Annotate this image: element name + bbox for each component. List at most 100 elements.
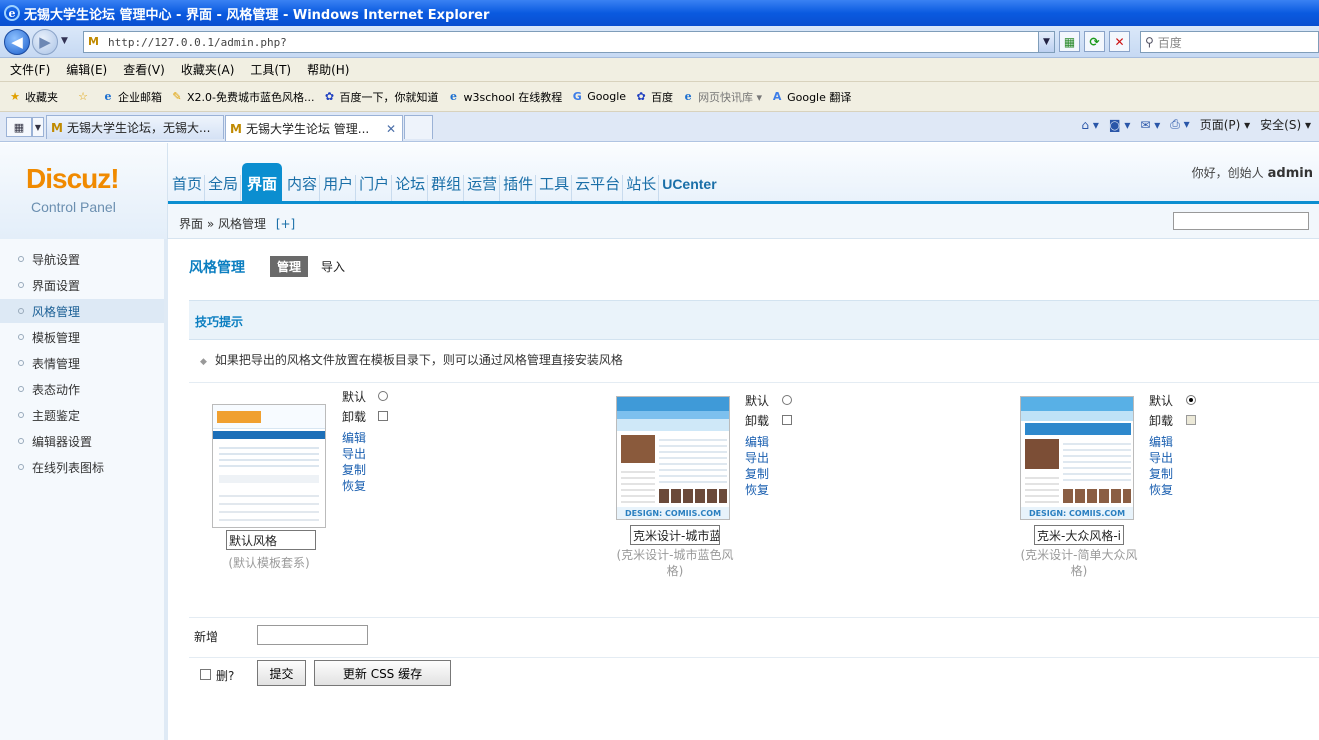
page-menu[interactable]: 页面(P) ▾ <box>1200 116 1250 133</box>
nav-tools[interactable]: 工具 <box>537 175 573 201</box>
export-link[interactable]: 导出 <box>745 449 769 466</box>
add-shortcut-button[interactable]: [+] <box>276 217 295 231</box>
menu-tools[interactable]: 工具(T) <box>250 61 291 78</box>
nav-plugins[interactable]: 插件 <box>501 175 537 201</box>
feeds-icon[interactable]: ◙ ▾ <box>1109 118 1130 132</box>
mail-icon[interactable]: ✉ ▾ <box>1140 118 1160 132</box>
nav-home[interactable]: 首页 <box>170 175 206 201</box>
fav-web-slice-gallery[interactable]: e 网页快讯库 ▾ <box>681 89 763 105</box>
menu-search-input[interactable] <box>1173 212 1309 230</box>
sidebar-item-click-actions[interactable]: 表态动作 <box>0 377 164 401</box>
menu-help[interactable]: 帮助(H) <box>307 61 349 78</box>
fav-link-baidu[interactable]: ✿ 百度 <box>634 89 673 105</box>
export-link[interactable]: 导出 <box>1149 449 1173 466</box>
url-text[interactable]: http://127.0.0.1/admin.php? <box>108 36 1038 49</box>
export-link[interactable]: 导出 <box>342 445 366 462</box>
fav-link-w3school[interactable]: e w3school 在线教程 <box>447 89 562 105</box>
breadcrumb-bar: 界面 » 风格管理 [+] <box>168 201 1319 239</box>
default-radio[interactable] <box>378 391 388 401</box>
style-name-input[interactable]: 默认风格 <box>226 530 316 550</box>
search-input[interactable]: ⚲ 百度 <box>1140 31 1319 53</box>
quick-tabs-icon[interactable]: ▦ <box>6 117 32 137</box>
username[interactable]: admin <box>1268 166 1313 181</box>
tab-manage[interactable]: 管理 <box>270 256 309 277</box>
uninstall-label: 卸载 <box>342 410 367 424</box>
menu-favorites[interactable]: 收藏夹(A) <box>181 61 235 78</box>
sidebar-item-template-manage[interactable]: 模板管理 <box>0 325 164 349</box>
nav-interface[interactable]: 界面 <box>242 163 283 201</box>
sidebar-item-online-icons[interactable]: 在线列表图标 <box>0 455 164 479</box>
sidebar-item-thread-stamps[interactable]: 主题鉴定 <box>0 403 164 427</box>
tab-list-dropdown-icon[interactable]: ▼ <box>32 117 44 137</box>
uninstall-checkbox[interactable] <box>378 411 388 421</box>
edit-link[interactable]: 编辑 <box>342 429 366 446</box>
update-css-cache-button[interactable]: 更新 CSS 缓存 <box>314 660 451 686</box>
refresh-icon[interactable]: ⟳ <box>1084 31 1105 52</box>
nav-forum[interactable]: 论坛 <box>393 175 429 201</box>
menu-edit[interactable]: 编辑(E) <box>66 61 107 78</box>
style-name-input[interactable]: 克米-大众风格-i <box>1034 525 1124 545</box>
restore-link[interactable]: 恢复 <box>1149 481 1173 498</box>
tab-import[interactable]: 导入 <box>321 258 345 275</box>
favorites-bar: ★ 收藏夹 ☆ e 企业邮箱 ✎ X2.0-免费城市蓝色风格... ✿ 百度一下… <box>0 82 1319 112</box>
nav-portal[interactable]: 门户 <box>357 175 393 201</box>
fav-link-mail[interactable]: e 企业邮箱 <box>101 89 163 105</box>
fav-link-google[interactable]: G Google <box>570 90 626 104</box>
menu-file[interactable]: 文件(F) <box>10 61 50 78</box>
menu-view[interactable]: 查看(V) <box>123 61 165 78</box>
star-icon: ★ <box>10 90 20 103</box>
nav-global[interactable]: 全局 <box>206 175 242 201</box>
fav-link-google-translate[interactable]: A Google 翻译 <box>770 89 852 105</box>
sidebar-item-interface-settings[interactable]: 界面设置 <box>0 273 164 297</box>
edit-link[interactable]: 编辑 <box>745 433 769 450</box>
new-style-input[interactable] <box>257 625 368 645</box>
nav-ucenter[interactable]: UCenter <box>660 175 718 201</box>
nav-cloud[interactable]: 云平台 <box>573 175 624 201</box>
nav-webmaster[interactable]: 站长 <box>624 175 660 201</box>
favorites-button[interactable]: ★ 收藏夹 <box>8 89 58 105</box>
history-dropdown-icon[interactable]: ▼ <box>61 36 68 46</box>
close-tab-icon[interactable]: ✕ <box>386 122 396 136</box>
copy-link[interactable]: 复制 <box>745 465 769 482</box>
print-icon[interactable]: ⎙ ▾ <box>1170 117 1189 132</box>
compatibility-view-icon[interactable]: ▦ <box>1059 31 1080 52</box>
fav-link-x2[interactable]: ✎ X2.0-免费城市蓝色风格... <box>170 89 314 105</box>
copy-link[interactable]: 复制 <box>1149 465 1173 482</box>
browser-tab-admin[interactable]: M 无锡大学生论坛 管理... ✕ <box>225 115 403 141</box>
home-icon[interactable]: ⌂ ▾ <box>1081 118 1098 132</box>
stop-icon[interactable]: ✕ <box>1109 31 1130 52</box>
url-field[interactable]: M http://127.0.0.1/admin.php? ▼ <box>83 31 1055 53</box>
breadcrumb-path: 界面 » 风格管理 <box>179 217 266 231</box>
nav-groups[interactable]: 群组 <box>429 175 465 201</box>
sidebar-item-nav-settings[interactable]: 导航设置 <box>0 247 164 271</box>
style-thumbnail[interactable]: DESIGN: COMIIS.COM <box>1020 396 1134 520</box>
style-thumbnail[interactable] <box>212 404 326 528</box>
browser-tab-forum[interactable]: M 无锡大学生论坛，无锡大... <box>46 115 224 139</box>
url-dropdown-icon[interactable]: ▼ <box>1038 32 1054 52</box>
new-tab-button[interactable] <box>404 115 433 139</box>
restore-link[interactable]: 恢复 <box>342 477 366 494</box>
sidebar-item-smiley-manage[interactable]: 表情管理 <box>0 351 164 375</box>
forward-button[interactable]: ▶ <box>32 29 58 55</box>
fav-link-baidu-search[interactable]: ✿ 百度一下，你就知道 <box>323 89 439 105</box>
uninstall-checkbox[interactable] <box>782 415 792 425</box>
default-radio[interactable] <box>1186 395 1196 405</box>
sidebar-item-style-manage[interactable]: 风格管理 <box>0 299 164 323</box>
style-name-input[interactable]: 克米设计-城市蓝 <box>630 525 720 545</box>
edit-link[interactable]: 编辑 <box>1149 433 1173 450</box>
copy-link[interactable]: 复制 <box>342 461 366 478</box>
restore-link[interactable]: 恢复 <box>745 481 769 498</box>
style-thumbnail[interactable]: DESIGN: COMIIS.COM <box>616 396 730 520</box>
nav-operations[interactable]: 运营 <box>465 175 501 201</box>
back-button[interactable]: ◀ <box>4 29 30 55</box>
nav-users[interactable]: 用户 <box>321 175 357 201</box>
discuz-logo[interactable]: Discuz! Control Panel <box>0 143 168 239</box>
delete-all-checkbox[interactable] <box>200 669 211 680</box>
add-favorite-button[interactable]: ☆ <box>76 90 93 104</box>
safety-menu[interactable]: 安全(S) ▾ <box>1260 116 1311 133</box>
comiis-watermark: DESIGN: COMIIS.COM <box>617 507 729 519</box>
nav-content[interactable]: 内容 <box>285 175 321 201</box>
sidebar-item-editor-settings[interactable]: 编辑器设置 <box>0 429 164 453</box>
submit-button[interactable]: 提交 <box>257 660 306 686</box>
default-radio[interactable] <box>782 395 792 405</box>
